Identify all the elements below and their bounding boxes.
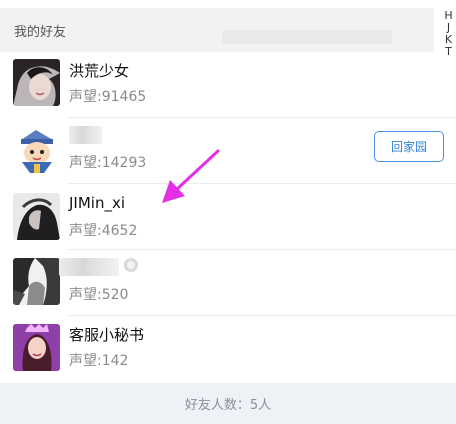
friend-row[interactable]: 洪荒少女 声望:91465 [0,52,456,118]
friend-reputation: 声望:142 [69,353,129,369]
friend-name: JIMin_xi [69,194,126,212]
avatar[interactable] [13,126,60,173]
friend-name: 客服小秘书 [69,326,145,344]
friend-row[interactable]: JIMin_xi 声望:4652 [0,184,456,250]
friends-screen: 我的好友 H J K T 洪荒少女 声望:91465 声望:14293 JIMi… [0,0,456,424]
friend-reputation: 声望:4652 [69,223,138,239]
blurred-badge [124,258,138,272]
avatar[interactable] [13,324,60,371]
blurred-region [222,30,392,44]
avatar[interactable] [13,258,60,305]
friend-row[interactable]: 客服小秘书 声望:142 [0,316,456,382]
friend-row[interactable]: 声望:520 [0,250,456,316]
avatar[interactable] [13,193,60,240]
friend-reputation: 声望:14293 [69,155,147,171]
avatar[interactable] [13,59,60,106]
friend-reputation: 声望:520 [69,287,129,303]
friends-list: 洪荒少女 声望:91465 声望:14293 JIMin_xi 声望:4652 … [0,52,456,382]
blurred-name [59,258,119,276]
friend-name: 洪荒少女 [69,62,130,80]
friend-reputation: 声望:91465 [69,89,147,105]
visit-home-button[interactable]: 回家园 [374,131,444,162]
alphabet-index-bar[interactable]: H J K T [441,10,456,58]
section-title: 我的好友 [14,24,67,40]
blurred-name [69,126,102,144]
friend-count-footer: 好友人数：5人 [0,383,456,424]
friend-count-text: 好友人数：5人 [184,398,272,413]
